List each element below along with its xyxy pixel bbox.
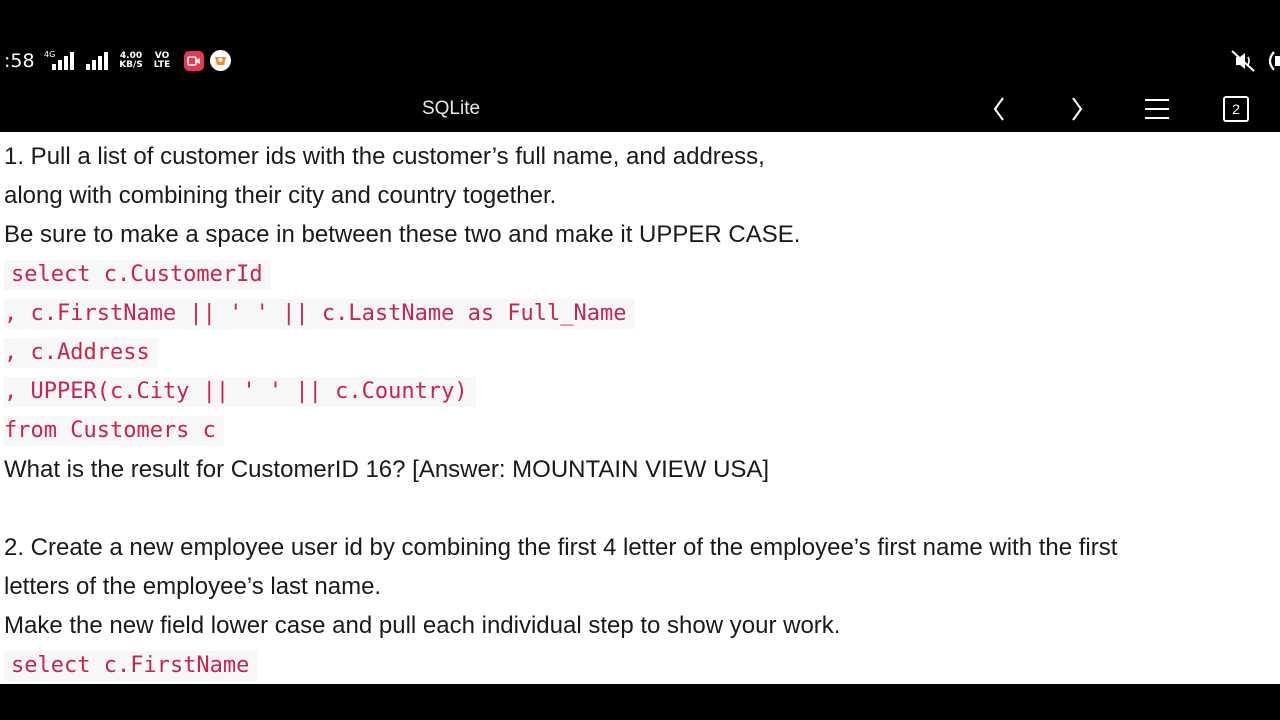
q1-text-line: Be sure to make a space in between these…: [4, 221, 801, 248]
tab-count-badge: 2: [1223, 96, 1249, 122]
q1-code-line: , c.FirstName || ' ' || c.LastName as Fu…: [4, 299, 635, 329]
q1-code-line: select c.CustomerId: [4, 260, 271, 290]
q2-code-line: select c.FirstName: [4, 651, 258, 681]
q1-code-line: from Customers c: [4, 416, 224, 446]
status-time: :58: [4, 50, 35, 72]
menu-button[interactable]: [1141, 94, 1173, 124]
q1-text-line: 1. Pull a list of customer ids with the …: [4, 143, 765, 170]
menu-icon: [1145, 99, 1169, 119]
status-bar: :58 4G 4.00 KB/S VO LTE: [0, 36, 1280, 86]
video-app-icon: [184, 51, 204, 71]
app-toolbar: SQLite 2: [0, 86, 1280, 132]
signal-icon: [52, 52, 74, 70]
back-button[interactable]: [983, 94, 1015, 124]
bottom-letterbox: [0, 684, 1280, 720]
q1-code-line: , UPPER(c.City || ' ' || c.Country): [4, 377, 476, 407]
mute-icon: [1231, 50, 1255, 72]
document-content: 1. Pull a list of customer ids with the …: [0, 132, 1280, 684]
top-letterbox: [0, 0, 1280, 36]
forward-button[interactable]: [1061, 94, 1093, 124]
q1-code-line: , c.Address: [4, 338, 158, 368]
q2-text-line: 2. Create a new employee user id by comb…: [4, 534, 1118, 561]
chevron-right-icon: [1072, 97, 1083, 121]
volte-indicator: VO LTE: [153, 51, 171, 70]
shop-app-icon: [210, 50, 231, 71]
network-speed: 4.00 KB/S: [119, 51, 143, 70]
q1-result: What is the result for CustomerID 16? [A…: [4, 456, 770, 483]
tabs-button[interactable]: 2: [1220, 94, 1252, 124]
chevron-left-icon: [993, 97, 1004, 121]
q2-text-line: letters of the employee’s last name.: [4, 573, 382, 600]
battery-icon: [1268, 51, 1280, 71]
q1-text-line: along with combining their city and coun…: [4, 182, 557, 209]
q2-text-line: Make the new field lower case and pull e…: [4, 612, 841, 639]
page-title: SQLite: [421, 98, 481, 119]
signal-icon-secondary: [86, 52, 108, 70]
